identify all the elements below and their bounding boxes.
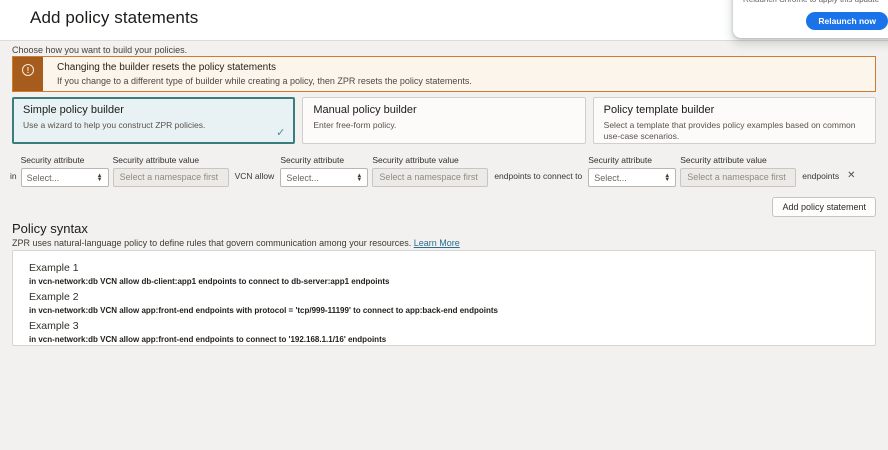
chrome-update-popup: Relaunch Chrome to apply this update Rel… — [733, 0, 888, 38]
security-attribute-group-1: Security attribute Select... ▲▼ — [21, 155, 109, 187]
security-attribute-label: Security attribute — [21, 155, 109, 165]
add-policy-statement-button[interactable]: Add policy statement — [772, 197, 876, 217]
select-caret-icon: ▲▼ — [664, 174, 670, 182]
intro-text: Choose how you want to build your polici… — [12, 45, 187, 55]
select-caret-icon: ▲▼ — [356, 174, 362, 182]
connector-vcn-allow: VCN allow — [235, 171, 275, 187]
example-statement: in vcn-network:db VCN allow app:front-en… — [29, 306, 859, 315]
policy-statement-form-row: in Security attribute Select... ▲▼ Secur… — [10, 155, 878, 187]
example-statement: in vcn-network:db VCN allow app:front-en… — [29, 335, 859, 344]
example-statement: in vcn-network:db VCN allow db-client:ap… — [29, 277, 859, 286]
policy-syntax-heading: Policy syntax — [12, 221, 88, 236]
policy-syntax-description-text: ZPR uses natural-language policy to defi… — [12, 238, 411, 248]
content-area: Choose how you want to build your polici… — [0, 40, 888, 450]
builder-cards-row: Simple policy builder Use a wizard to he… — [12, 97, 876, 144]
example-label: Example 3 — [29, 320, 859, 332]
security-attribute-value-input-2[interactable]: Select a namespace first — [372, 168, 488, 187]
security-attribute-select-2[interactable]: Select... ▲▼ — [280, 168, 368, 187]
card-policy-template-builder[interactable]: Policy template builder Select a templat… — [593, 97, 876, 144]
security-attribute-label: Security attribute — [280, 155, 368, 165]
security-attribute-value-label: Security attribute value — [680, 155, 796, 165]
security-attribute-value-label: Security attribute value — [372, 155, 488, 165]
card-manual-policy-builder[interactable]: Manual policy builder Enter free-form po… — [302, 97, 585, 144]
security-attribute-value-group-1: Security attribute value Select a namesp… — [113, 155, 229, 187]
example-label: Example 2 — [29, 291, 859, 303]
security-attribute-group-2: Security attribute Select... ▲▼ — [280, 155, 368, 187]
security-attribute-value-group-3: Security attribute value Select a namesp… — [680, 155, 796, 187]
card-title: Simple policy builder — [23, 104, 284, 116]
warning-icon: ! — [22, 64, 34, 76]
chrome-update-message: Relaunch Chrome to apply this update — [743, 0, 888, 4]
warning-description: If you change to a different type of bui… — [57, 76, 472, 86]
warning-banner: ! Changing the builder resets the policy… — [12, 56, 876, 92]
policy-syntax-description: ZPR uses natural-language policy to defi… — [12, 238, 460, 248]
security-attribute-value-group-2: Security attribute value Select a namesp… — [372, 155, 488, 187]
learn-more-link[interactable]: Learn More — [414, 238, 460, 248]
example-label: Example 1 — [29, 262, 859, 274]
select-caret-icon: ▲▼ — [97, 174, 103, 182]
connector-endpoints-to-connect-to: endpoints to connect to — [494, 171, 582, 187]
security-attribute-select-1[interactable]: Select... ▲▼ — [21, 168, 109, 187]
card-description: Select a template that provides policy e… — [604, 120, 865, 142]
relaunch-now-button[interactable]: Relaunch now — [806, 12, 888, 30]
security-attribute-value-label: Security attribute value — [113, 155, 229, 165]
page-title: Add policy statements — [30, 8, 198, 28]
select-placeholder: Select... — [286, 173, 319, 183]
security-attribute-label: Security attribute — [588, 155, 676, 165]
security-attribute-select-3[interactable]: Select... ▲▼ — [588, 168, 676, 187]
card-description: Enter free-form policy. — [313, 120, 574, 131]
warning-body: Changing the builder resets the policy s… — [43, 57, 482, 91]
card-simple-policy-builder[interactable]: Simple policy builder Use a wizard to he… — [12, 97, 295, 144]
card-title: Manual policy builder — [313, 104, 574, 116]
prefix-in-label: in — [10, 171, 17, 187]
connector-endpoints: endpoints — [802, 171, 839, 187]
warning-title: Changing the builder resets the policy s… — [57, 62, 472, 73]
select-placeholder: Select... — [27, 173, 60, 183]
remove-statement-icon[interactable]: ✕ — [845, 170, 855, 187]
card-description: Use a wizard to help you construct ZPR p… — [23, 120, 284, 131]
policy-examples-panel: Example 1 in vcn-network:db VCN allow db… — [12, 250, 876, 346]
security-attribute-group-3: Security attribute Select... ▲▼ — [588, 155, 676, 187]
card-title: Policy template builder — [604, 104, 865, 116]
select-placeholder: Select... — [594, 173, 627, 183]
security-attribute-value-input-1[interactable]: Select a namespace first — [113, 168, 229, 187]
check-icon: ✓ — [276, 126, 285, 139]
security-attribute-value-input-3[interactable]: Select a namespace first — [680, 168, 796, 187]
warning-stripe: ! — [13, 57, 43, 91]
